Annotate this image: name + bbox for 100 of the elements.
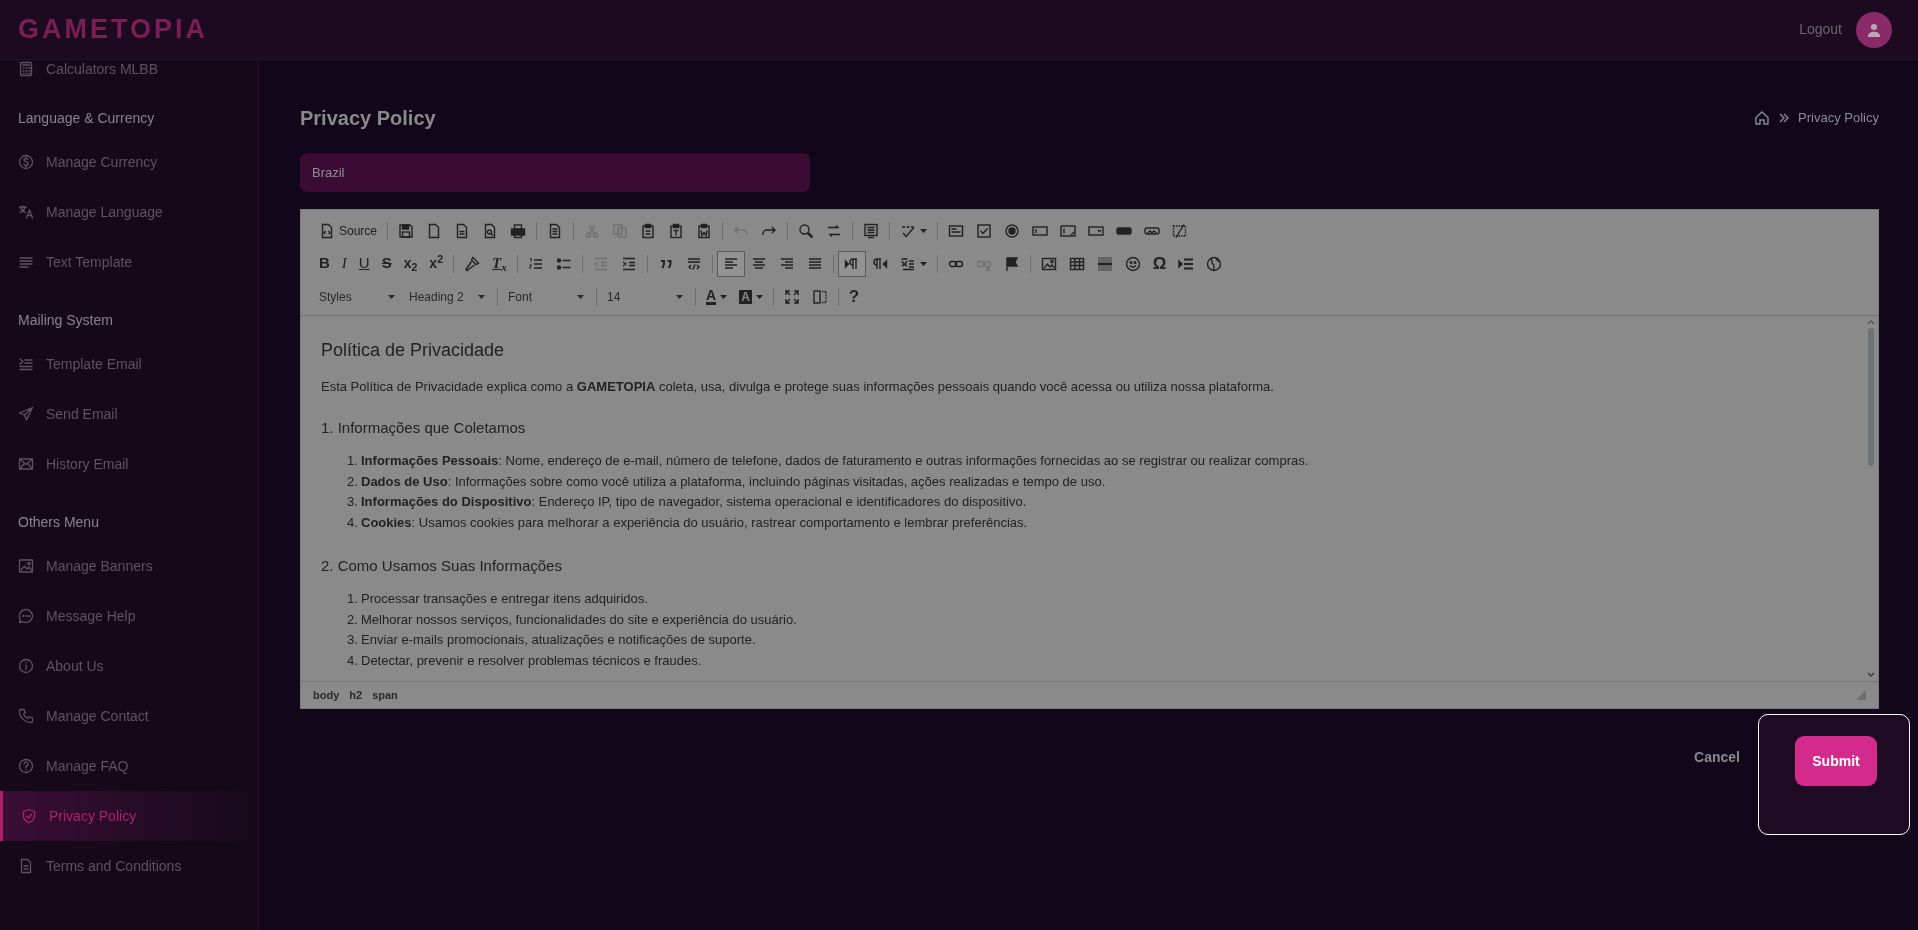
cancel-button[interactable]: Cancel: [1694, 747, 1740, 768]
country-select[interactable]: Brazil: [300, 153, 810, 192]
align-left-button[interactable]: [716, 250, 745, 277]
list-item: Detectar, prevenir e resolver problemas técnicos e fraudes.: [361, 651, 702, 670]
subscript-button[interactable]: x$_{2}$: [397, 250, 424, 277]
remove-format-button[interactable]: T$_{x}$: [486, 250, 513, 277]
text-color-button[interactable]: A: [700, 283, 734, 310]
language-icon: [899, 255, 916, 272]
list-number: 4.: [347, 651, 359, 670]
element-path-link[interactable]: span: [372, 686, 398, 704]
format-dropdown[interactable]: Heading 2: [403, 284, 491, 309]
scrollbar-thumb[interactable]: [1868, 328, 1874, 466]
caret-icon: [478, 294, 485, 299]
list-number: 2.: [347, 472, 359, 491]
list-number: 1.: [347, 452, 359, 470]
sidebar-section-title: Others Menu: [17, 512, 100, 532]
sidebar-item[interactable]: Manage FAQ: [0, 741, 258, 791]
sidebar-item[interactable]: Message Help: [0, 591, 258, 641]
code-document-icon: [319, 222, 335, 239]
align-right-icon: [778, 255, 795, 272]
checkbox-icon: [976, 222, 993, 239]
sidebar-item[interactable]: Manage Language: [0, 187, 258, 237]
caret-icon: [920, 228, 928, 233]
sidebar-item[interactable]: About Us: [0, 641, 258, 691]
printer-icon: [510, 222, 527, 239]
bulleted-list-icon: [555, 255, 572, 272]
envelope-icon: [18, 456, 34, 472]
sidebar-section-title: Language & Currency: [17, 108, 156, 128]
sidebar-item[interactable]: Send Email: [0, 389, 258, 439]
italic-button[interactable]: I: [335, 250, 353, 277]
table-icon: [1068, 255, 1085, 272]
avatar[interactable]: [1856, 11, 1892, 48]
caret-icon: [919, 261, 927, 266]
sidebar-item[interactable]: History Email: [0, 439, 258, 489]
text-area-icon: [1060, 222, 1077, 239]
justify-icon: [806, 255, 823, 272]
horizontal-lines-icon: [1096, 255, 1113, 272]
calculator-icon: [18, 61, 34, 77]
superscript-button[interactable]: x$^{2}$: [423, 250, 449, 277]
sidebar-item[interactable]: Manage Banners: [0, 541, 258, 591]
list-item: Melhorar nossos serviços, funcionalidades do site e experiência do usuário.: [361, 610, 797, 629]
list-item: Informações do Dispositivo: Endereço IP, tipo de navegador, sistema operacional e identificadores do dispositivo.: [361, 493, 1027, 512]
element-path-link[interactable]: h2: [349, 686, 363, 704]
sidebar-item[interactable]: Manage Currency: [0, 137, 258, 187]
section-heading: 2. Como Usamos Suas Informações: [321, 555, 563, 576]
image-icon: [1040, 255, 1057, 272]
caret-icon: [755, 294, 763, 299]
align-left-icon: [722, 255, 739, 272]
chat-bubble-icon: [18, 608, 34, 624]
logout-link[interactable]: Logout: [1799, 19, 1842, 40]
list-number: 2.: [347, 610, 359, 629]
caret-icon: [720, 294, 728, 299]
source-button[interactable]: Source: [313, 217, 384, 244]
list-item: Cookies: Usamos cookies para melhorar a experiência do usuário, rastrear comportamento e lembrar preferências.: [361, 514, 1028, 533]
list-number: 1.: [347, 589, 359, 608]
paintbrush-icon: [464, 255, 480, 272]
home-icon[interactable]: [1754, 110, 1771, 126]
image-icon: [18, 558, 34, 574]
dollar-circle-icon: [18, 154, 34, 170]
sidebar-section-title: Mailing System: [17, 310, 114, 330]
element-path-link[interactable]: body: [313, 686, 340, 704]
smiley-icon: [1124, 255, 1141, 272]
user-icon: [1867, 22, 1881, 37]
dotted-field-icon: [1172, 222, 1189, 239]
logo: GAMETOPIA: [18, 13, 208, 47]
font-size-dropdown[interactable]: 14: [601, 284, 689, 309]
font-dropdown[interactable]: Font: [502, 284, 590, 309]
caret-icon: [388, 294, 395, 299]
copy-icon: [612, 222, 629, 239]
help-button[interactable]: ?: [842, 283, 866, 310]
search-icon: [798, 222, 815, 239]
flag-icon: [1003, 255, 1020, 272]
text-lines-icon: [18, 254, 34, 270]
ltr-button[interactable]: [837, 250, 866, 277]
sidebar-item[interactable]: Template Email: [0, 339, 258, 389]
styles-dropdown[interactable]: Styles: [313, 284, 401, 309]
strike-button[interactable]: S: [375, 250, 398, 277]
radio-icon: [1004, 222, 1021, 239]
underline-button[interactable]: U: [352, 250, 376, 277]
sidebar-item[interactable]: Manage Contact: [0, 691, 258, 741]
swap-arrows-icon: [826, 222, 843, 239]
page-title: Privacy Policy: [300, 106, 436, 131]
phone-icon: [18, 708, 34, 724]
caret-icon: [676, 294, 683, 299]
list-item: Enviar e-mails promocionais, atualizações e notificações de suporte.: [361, 631, 756, 650]
bold-button[interactable]: B: [313, 250, 336, 277]
submit-button[interactable]: Submit: [1795, 736, 1877, 786]
resize-grip-icon[interactable]: [1856, 690, 1866, 700]
list-number: 3.: [347, 493, 359, 512]
chevrons-icon: [1778, 112, 1791, 124]
special-character-button[interactable]: Ω: [1146, 250, 1173, 277]
scroll-down-icon[interactable]: [1866, 671, 1876, 679]
globe-icon: [1206, 255, 1223, 272]
paragraph: Esta Política de Privacidade explica como a GAMETOPIA coleta, usa, divulga e protege suas informações pessoais quando você acessa ou utiliza nossa plataforma.: [321, 378, 1275, 396]
caret-icon: [577, 294, 584, 299]
sidebar-item[interactable]: Calculators MLBB: [0, 60, 258, 94]
sidebar-item[interactable]: Text Template: [0, 237, 258, 287]
clipboard-icon: [640, 222, 657, 239]
background-color-button[interactable]: A: [733, 283, 769, 310]
sidebar-item[interactable]: Terms and Conditions: [0, 841, 258, 891]
